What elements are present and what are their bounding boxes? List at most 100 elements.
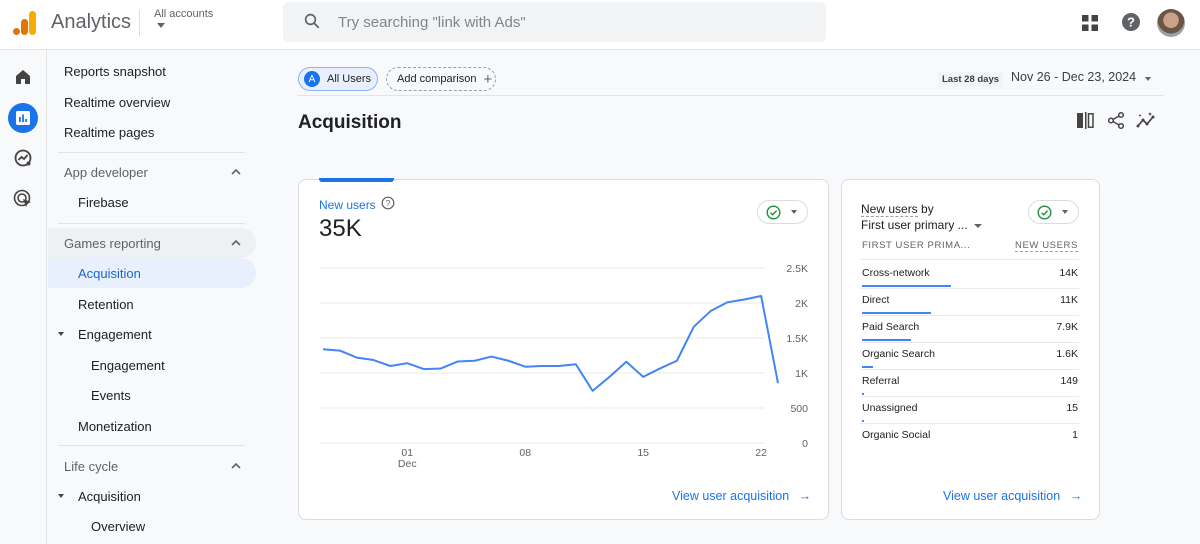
chevron-up-icon (231, 462, 241, 469)
column-header-new-users[interactable]: NEW USERS (1015, 240, 1078, 252)
sidebar-nav: Reports snapshot Realtime overview Realt… (48, 50, 270, 544)
target-cursor-icon (13, 189, 31, 207)
row-share-bar (862, 312, 931, 314)
nav-section-life-cycle[interactable]: Life cycle (48, 451, 256, 481)
nav-item-label: Reports snapshot (64, 63, 166, 79)
nav-item-monetization[interactable]: Monetization (48, 411, 256, 441)
nav-item-label: Realtime overview (64, 94, 171, 110)
row-divider (861, 369, 1079, 370)
row-value: 15 (1066, 402, 1078, 414)
row-label: Paid Search (862, 321, 920, 333)
y-tick-label: 0 (802, 438, 808, 450)
row-label: Organic Search (862, 348, 935, 360)
table-divider (861, 259, 1079, 260)
left-rail (0, 50, 47, 544)
row-value: 14K (1059, 267, 1078, 279)
x-tick-label: 22 (755, 447, 767, 459)
arrow-right-icon: → (798, 489, 812, 503)
apps-grid-icon[interactable] (1081, 14, 1099, 32)
nav-item-acquisition-games[interactable]: Acquisition (48, 258, 256, 288)
nav-item-label: Engagement (78, 326, 152, 342)
nav-item-overview[interactable]: Overview (48, 511, 256, 541)
analytics-logo-icon[interactable] (12, 10, 38, 36)
rail-explore[interactable] (8, 143, 38, 173)
data-quality-dropdown[interactable] (1028, 200, 1079, 224)
link-label: View user acquisition (672, 489, 790, 503)
divider (139, 10, 140, 36)
metric-label[interactable]: New users (319, 198, 376, 212)
metric-value: 35K (319, 215, 362, 242)
search-bar[interactable]: Try searching "link with Ads" (283, 2, 826, 42)
breakdown-title-by: by (917, 202, 934, 216)
new-users-line-chart[interactable]: 05001K1.5K2K2.5K01Dec08 15 22 (310, 260, 810, 475)
dimension-selector[interactable]: First user primary ... (861, 218, 982, 232)
row-label: Unassigned (862, 402, 918, 414)
nav-item-label: Acquisition (78, 488, 141, 504)
segment-chip-all-users[interactable]: A All Users (298, 67, 378, 91)
nav-item-firebase[interactable]: Firebase (48, 187, 256, 217)
chevron-up-icon (231, 168, 241, 175)
nav-item-label: Overview (91, 518, 146, 534)
svg-text:?: ? (1127, 15, 1135, 30)
chevron-up-icon (231, 239, 241, 246)
date-range-selector[interactable]: Nov 26 - Dec 23, 2024 (1011, 70, 1136, 84)
home-icon (16, 70, 30, 84)
nav-item-reports-snapshot[interactable]: Reports snapshot (48, 56, 256, 86)
view-user-acquisition-link[interactable]: View user acquisition → (672, 489, 811, 503)
caret-down-icon (58, 332, 64, 336)
help-outline-icon[interactable]: ? (381, 196, 395, 210)
nav-item-retention[interactable]: Retention (48, 289, 256, 319)
rail-reports[interactable] (8, 103, 38, 133)
nav-item-label: Acquisition (78, 265, 141, 281)
nav-item-realtime-overview[interactable]: Realtime overview (48, 87, 256, 117)
compare-columns-icon[interactable] (1076, 111, 1095, 130)
row-divider (861, 423, 1079, 424)
nav-item-realtime-pages[interactable]: Realtime pages (48, 117, 256, 147)
nav-item-engagement-group[interactable]: Engagement (48, 319, 256, 349)
share-icon[interactable] (1107, 111, 1126, 130)
nav-section-label: Life cycle (64, 458, 119, 474)
caret-down-icon[interactable] (1145, 77, 1151, 81)
nav-section-app-developer[interactable]: App developer (48, 157, 256, 187)
insights-icon[interactable] (1136, 111, 1157, 130)
row-label: Organic Social (862, 429, 931, 441)
row-share-bar (862, 420, 864, 422)
nav-section-label: Games reporting (64, 235, 161, 251)
caret-down-icon (973, 223, 982, 228)
page-title: Acquisition (298, 112, 402, 133)
nav-item-label: Monetization (78, 418, 152, 434)
caret-down-icon (58, 494, 64, 498)
segment-initial-badge: A (304, 71, 320, 87)
row-value: 7.9K (1056, 321, 1078, 333)
row-label: Referral (862, 375, 900, 387)
nav-item-acquisition-lifecycle[interactable]: Acquisition (48, 481, 256, 511)
row-value: 149 (1060, 375, 1078, 387)
nav-item-label: Events (91, 387, 131, 403)
rail-home[interactable] (8, 62, 38, 92)
y-tick-label: 1.5K (786, 333, 808, 345)
account-selector[interactable]: All accounts (154, 8, 213, 28)
breakdown-metric-selector[interactable]: New users (861, 202, 918, 217)
help-icon[interactable]: ? (1121, 12, 1141, 32)
divider (298, 95, 1164, 96)
nav-item-label: Firebase (78, 194, 129, 210)
row-divider (861, 396, 1079, 397)
search-input[interactable]: Try searching "link with Ads" (338, 14, 526, 31)
y-tick-label: 2K (795, 298, 808, 310)
check-circle-icon (766, 204, 781, 220)
y-tick-label: 2.5K (786, 263, 808, 275)
view-user-acquisition-link[interactable]: View user acquisition → (943, 489, 1082, 503)
row-share-bar (862, 366, 873, 368)
add-comparison-button[interactable]: Add comparison + (386, 67, 496, 91)
column-header-dimension[interactable]: FIRST USER PRIMA... (862, 240, 970, 251)
nav-section-games-reporting[interactable]: Games reporting (48, 228, 256, 258)
nav-item-engagement[interactable]: Engagement (48, 350, 256, 380)
rail-advertising[interactable] (8, 184, 38, 214)
data-quality-dropdown[interactable] (757, 200, 808, 224)
y-tick-label: 1K (795, 368, 808, 380)
app-name: Analytics (51, 11, 132, 33)
nav-item-label: Engagement (91, 357, 165, 373)
avatar[interactable] (1157, 9, 1185, 37)
nav-item-events[interactable]: Events (48, 380, 256, 410)
x-tick-sublabel: Dec (398, 458, 417, 470)
